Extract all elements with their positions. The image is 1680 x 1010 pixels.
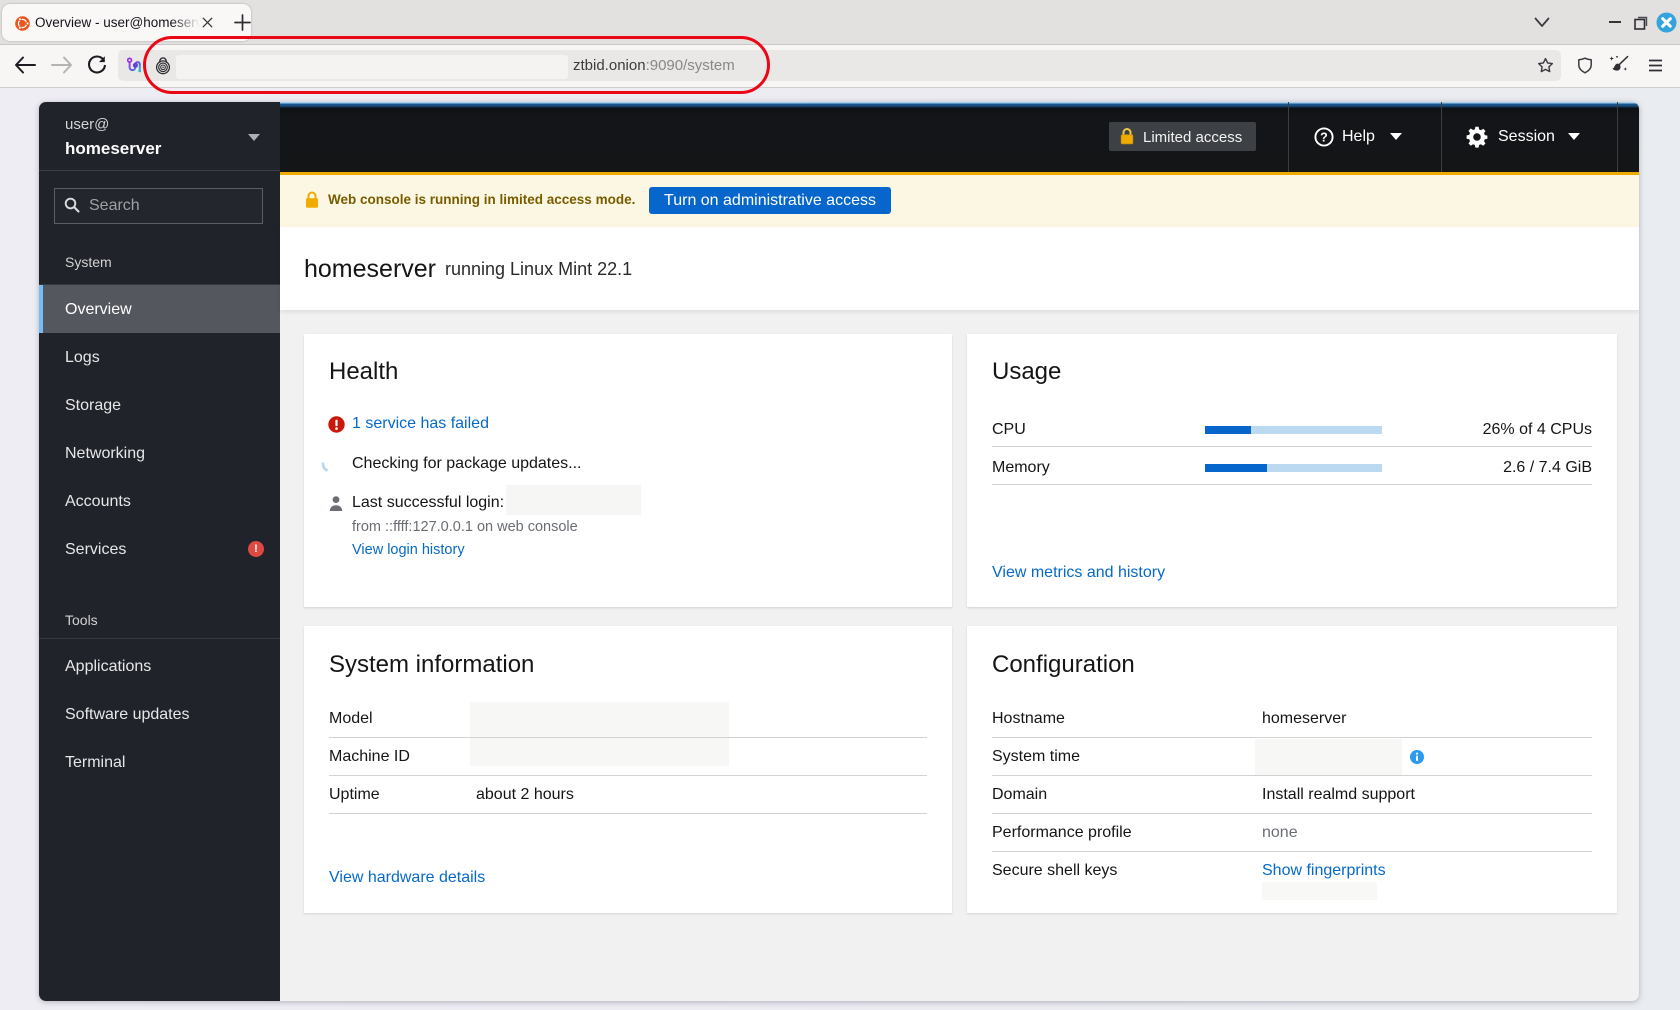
svg-text:?: ? [1320, 130, 1328, 144]
